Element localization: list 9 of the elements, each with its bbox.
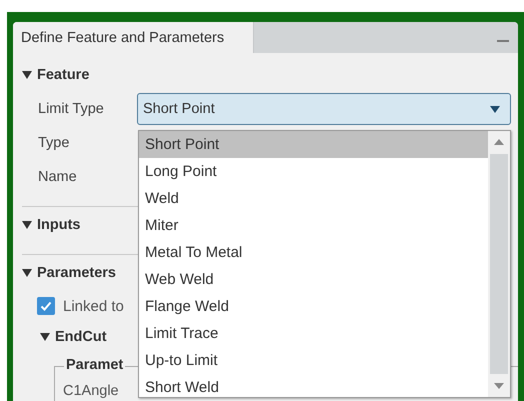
section-title: EndCut [55, 329, 107, 345]
checkbox-label: Linked to [63, 298, 124, 314]
field-label: Type [38, 135, 70, 151]
section-title: Parameters [37, 265, 116, 281]
field-label: Limit Type [38, 101, 105, 117]
section-title: Inputs [37, 217, 80, 233]
section-title: Feature [37, 67, 90, 83]
field-label: C1Angle [63, 383, 119, 399]
field-label: Name [38, 169, 78, 185]
